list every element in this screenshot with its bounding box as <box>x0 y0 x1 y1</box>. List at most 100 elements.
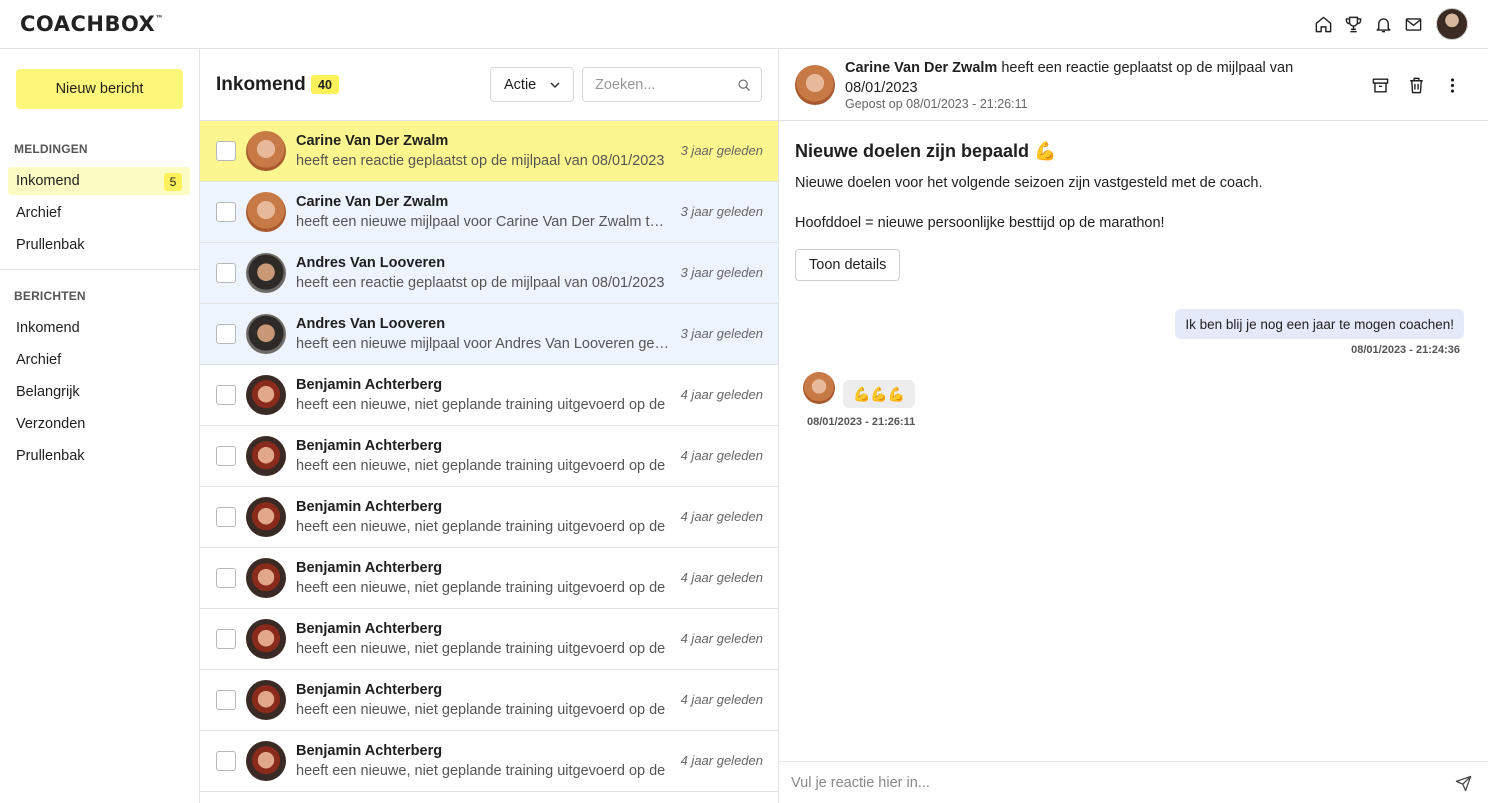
message-preview: heeft een nieuwe, niet geplande training… <box>296 641 666 657</box>
sidebar-item-messages-archive[interactable]: Archief <box>8 346 190 374</box>
archive-icon[interactable] <box>1362 73 1398 97</box>
top-nav-icons <box>1308 8 1468 40</box>
notifications-section-label: MELDINGEN <box>14 142 88 156</box>
sidebar-item-messages-sent[interactable]: Verzonden <box>8 410 190 438</box>
mail-icon[interactable] <box>1398 8 1428 40</box>
relative-time: 4 jaar geleden <box>680 387 763 402</box>
sender-avatar <box>246 680 286 720</box>
sidebar-item-messages-inbox[interactable]: Inkomend <box>8 314 190 342</box>
sender-avatar <box>246 131 286 171</box>
row-checkbox[interactable] <box>216 690 236 710</box>
reply-message-bubble: 💪💪💪 <box>843 380 916 408</box>
relative-time: 4 jaar geleden <box>680 692 763 707</box>
sidebar-item-notifications-trash[interactable]: Prullenbak <box>8 231 190 259</box>
action-dropdown[interactable]: Actie <box>490 67 574 102</box>
relative-time: 4 jaar geleden <box>680 753 763 768</box>
sender-avatar <box>246 497 286 537</box>
message-preview: heeft een nieuwe mijlpaal voor Andres Va… <box>296 336 672 352</box>
sidebar-item-messages-important[interactable]: Belangrijk <box>8 378 190 406</box>
coachbox-logo[interactable]: COACHBOX™ <box>20 12 164 36</box>
search-icon[interactable] <box>737 78 751 92</box>
chevron-down-icon <box>550 82 560 89</box>
sender-avatar <box>246 192 286 232</box>
sidebar-item-label: Inkomend <box>16 320 80 336</box>
reply-composer <box>779 761 1488 803</box>
sidebar-item-label: Archief <box>16 352 62 368</box>
relative-time: 3 jaar geleden <box>680 204 763 219</box>
row-checkbox[interactable] <box>216 385 236 405</box>
inbox-count-badge: 40 <box>311 75 339 94</box>
trophy-icon[interactable] <box>1338 8 1368 40</box>
sender-name: Benjamin Achterberg <box>296 438 443 454</box>
row-checkbox[interactable] <box>216 507 236 527</box>
message-row[interactable]: Benjamin Achterberg heeft een nieuwe, nie… <box>200 487 778 548</box>
message-body-line: Hoofddoel = nieuwe persoonlijke besttijd… <box>795 215 1165 231</box>
sidebar-item-messages-trash[interactable]: Prullenbak <box>8 442 190 470</box>
reply-message-timestamp: 08/01/2023 - 21:26:11 <box>807 416 916 428</box>
message-row[interactable]: Carine Van Der Zwalm heeft een reactie ge… <box>200 121 778 182</box>
message-row[interactable]: Carine Van Der Zwalm heeft een nieuwe mij… <box>200 182 778 243</box>
sender-name: Benjamin Achterberg <box>296 743 443 759</box>
message-row[interactable]: Andres Van Looveren heeft een reactie gep… <box>200 243 778 304</box>
row-checkbox[interactable] <box>216 751 236 771</box>
message-row[interactable]: Benjamin Achterberg heeft een nieuwe, nie… <box>200 609 778 670</box>
inbox-header: Inkomend 40 Actie <box>200 49 778 121</box>
user-avatar[interactable] <box>1436 8 1468 40</box>
message-detail: Carine Van Der Zwalm heeft een reactie g… <box>779 49 1488 803</box>
sender-avatar <box>246 619 286 659</box>
detail-header: Carine Van Der Zwalm heeft een reactie g… <box>779 49 1488 121</box>
row-checkbox[interactable] <box>216 141 236 161</box>
detail-headline: Carine Van Der Zwalm heeft een reactie g… <box>845 58 1315 98</box>
sender-avatar <box>246 741 286 781</box>
row-checkbox[interactable] <box>216 202 236 222</box>
show-details-button[interactable]: Toon details <box>795 249 901 281</box>
message-preview: heeft een nieuwe, niet geplande training… <box>296 458 666 474</box>
sender-avatar <box>246 314 286 354</box>
sender-avatar <box>246 375 286 415</box>
sender-avatar <box>795 65 835 105</box>
home-icon[interactable] <box>1308 8 1338 40</box>
posted-timestamp: Gepost op 08/01/2023 - 21:26:11 <box>845 97 1028 111</box>
message-title: Nieuwe doelen zijn bepaald 💪 <box>795 141 1057 161</box>
sidebar-item-label: Verzonden <box>16 416 86 432</box>
sender-name: Andres Van Looveren <box>296 255 446 271</box>
message-row[interactable]: Benjamin Achterberg heeft een nieuwe, nie… <box>200 365 778 426</box>
sidebar-item-label: Inkomend <box>16 173 80 189</box>
search-input[interactable] <box>595 75 730 95</box>
sidebar-item-notifications-inbox[interactable]: Inkomend 5 <box>8 167 190 195</box>
message-row[interactable]: Benjamin Achterberg heeft een nieuwe, nie… <box>200 670 778 731</box>
my-message-bubble: Ik ben blij je nog een jaar te mogen coa… <box>1175 309 1464 339</box>
message-row[interactable]: Benjamin Achterberg heeft een nieuwe, nie… <box>200 426 778 487</box>
sender-name[interactable]: Carine Van Der Zwalm <box>845 60 997 76</box>
sidebar-item-label: Prullenbak <box>16 448 85 464</box>
relative-time: 3 jaar geleden <box>680 265 763 280</box>
sender-avatar <box>246 558 286 598</box>
message-body-line: Nieuwe doelen voor het volgende seizoen … <box>795 175 1263 191</box>
message-preview: heeft een nieuwe, niet geplande training… <box>296 763 666 779</box>
my-message-timestamp: 08/01/2023 - 21:24:36 <box>1351 344 1460 356</box>
message-preview: heeft een nieuwe, niet geplande training… <box>296 519 666 535</box>
relative-time: 4 jaar geleden <box>680 631 763 646</box>
new-message-button[interactable]: Nieuw bericht <box>16 69 183 109</box>
row-checkbox[interactable] <box>216 629 236 649</box>
message-row[interactable]: Benjamin Achterberg heeft een nieuwe, nie… <box>200 731 778 792</box>
row-checkbox[interactable] <box>216 446 236 466</box>
message-row[interactable]: Andres Van Looveren heeft een nieuwe mijl… <box>200 304 778 365</box>
more-options-icon[interactable] <box>1434 73 1470 97</box>
sidebar-item-notifications-archive[interactable]: Archief <box>8 199 190 227</box>
sidebar-item-label: Belangrijk <box>16 384 80 400</box>
row-checkbox[interactable] <box>216 263 236 283</box>
trash-icon[interactable] <box>1398 73 1434 97</box>
top-bar: COACHBOX™ <box>0 0 1488 49</box>
row-checkbox[interactable] <box>216 568 236 588</box>
reply-input[interactable] <box>791 772 1431 794</box>
message-preview: heeft een reactie geplaatst op de mijlpa… <box>296 153 665 169</box>
row-checkbox[interactable] <box>216 324 236 344</box>
messages-section-label: BERICHTEN <box>14 289 86 303</box>
send-icon[interactable] <box>1455 775 1472 792</box>
sender-avatar <box>246 253 286 293</box>
inbox-title: Inkomend <box>216 74 306 95</box>
message-row[interactable]: Benjamin Achterberg heeft een nieuwe, nie… <box>200 548 778 609</box>
sender-name: Andres Van Looveren <box>296 316 446 332</box>
bell-icon[interactable] <box>1368 8 1398 40</box>
